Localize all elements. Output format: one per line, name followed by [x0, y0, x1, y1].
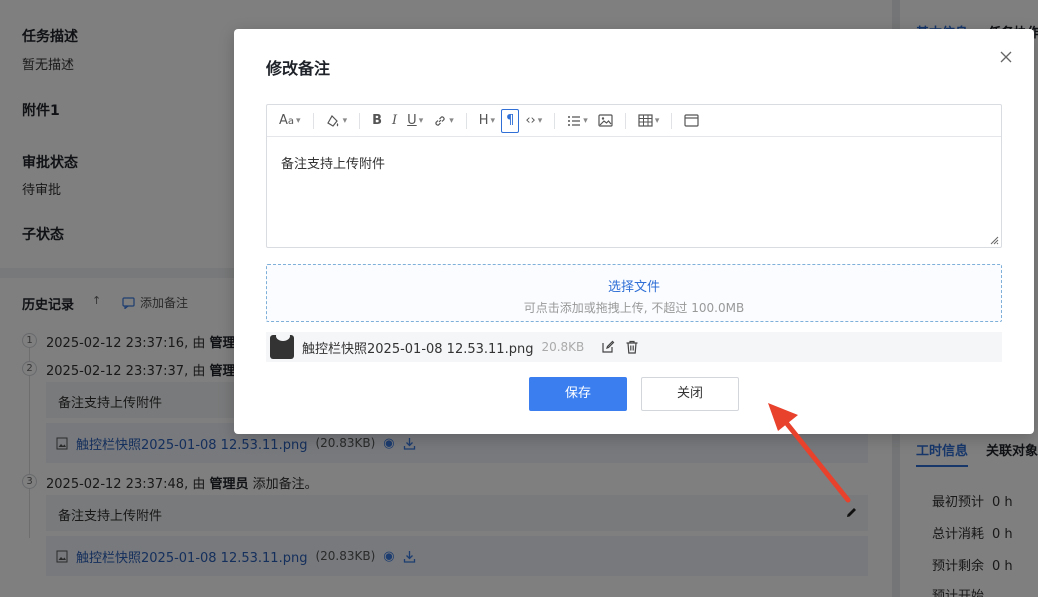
link-icon	[435, 115, 445, 126]
editor-text: 备注支持上传附件	[281, 157, 386, 172]
font-size-dropdown[interactable]: Aa ▾	[275, 109, 305, 133]
attachment-size: 20.8KB	[541, 340, 585, 354]
dialog-title: 修改备注	[266, 59, 331, 78]
chevron-down-icon: ▾	[342, 115, 348, 126]
heading-dropdown[interactable]: H ▾	[475, 109, 499, 133]
upload-hint: 可点击添加或拖拽上传, 不超过 100.0MB	[523, 301, 745, 315]
heading-icon: H	[478, 113, 489, 128]
list-icon	[568, 115, 581, 126]
bold-icon[interactable]: B	[368, 109, 386, 133]
paint-bucket-icon	[326, 114, 338, 127]
paragraph-icon[interactable]: ¶	[501, 108, 520, 133]
toolbar-separator	[359, 112, 361, 129]
table-icon	[638, 114, 653, 127]
underline-dropdown[interactable]: U ▾	[403, 109, 427, 133]
image-glyph	[598, 114, 613, 127]
chevron-down-icon: ▾	[449, 115, 454, 126]
close-icon[interactable]	[998, 49, 1014, 65]
edit-note-dialog: 修改备注 Aa ▾ ▾ B I U ▾ ▾ H ▾ ¶ ‹› ▾ ▾ ▾ 备注支…	[234, 29, 1034, 434]
image-icon[interactable]	[594, 109, 617, 133]
underline-icon: U	[407, 113, 417, 128]
trash-icon[interactable]	[624, 339, 640, 355]
chevron-down-icon: ▾	[583, 115, 588, 126]
chevron-down-icon: ▾	[418, 115, 424, 126]
link-dropdown[interactable]: ▾	[429, 109, 458, 133]
toolbar-separator	[624, 112, 626, 129]
layout-icon[interactable]	[680, 109, 703, 133]
close-button[interactable]: 关闭	[641, 377, 739, 411]
attachment-name: 触控栏快照2025-01-08 12.53.11.png	[302, 341, 534, 357]
resize-handle-icon[interactable]	[989, 235, 999, 245]
chevron-down-icon: ▾	[490, 115, 496, 126]
chevron-down-icon: ▾	[296, 115, 301, 126]
save-button[interactable]: 保存	[529, 377, 627, 411]
list-dropdown[interactable]: ▾	[563, 109, 592, 133]
file-upload-area[interactable]: 选择文件 可点击添加或拖拽上传, 不超过 100.0MB	[266, 264, 1002, 322]
table-dropdown[interactable]: ▾	[634, 109, 664, 133]
toolbar-separator	[671, 112, 673, 129]
editor-content[interactable]: 备注支持上传附件	[267, 137, 1001, 247]
red-arrow-annotation	[768, 403, 851, 503]
toolbar-separator	[465, 112, 467, 129]
panel-glyph	[684, 114, 699, 127]
text-color-dropdown[interactable]: ▾	[322, 109, 352, 133]
toolbar-separator	[554, 112, 556, 129]
chevron-down-icon: ▾	[654, 115, 660, 126]
upload-title[interactable]: 选择文件	[267, 276, 1001, 295]
edit-icon[interactable]	[600, 339, 616, 355]
code-dropdown[interactable]: ‹› ▾	[521, 109, 546, 133]
chevron-down-icon: ▾	[537, 115, 543, 126]
rich-text-editor: Aa ▾ ▾ B I U ▾ ▾ H ▾ ¶ ‹› ▾ ▾ ▾ 备注支持上传附件	[266, 104, 1002, 248]
attachment-thumbnail	[270, 335, 294, 359]
editor-toolbar: Aa ▾ ▾ B I U ▾ ▾ H ▾ ¶ ‹› ▾ ▾ ▾	[267, 105, 1001, 137]
toolbar-separator	[312, 112, 314, 129]
italic-icon[interactable]: I	[388, 109, 401, 133]
font-size-icon: Aa	[279, 113, 295, 128]
code-icon: ‹›	[525, 113, 536, 128]
attachment-item: 触控栏快照2025-01-08 12.53.11.png 20.8KB	[266, 332, 1002, 362]
